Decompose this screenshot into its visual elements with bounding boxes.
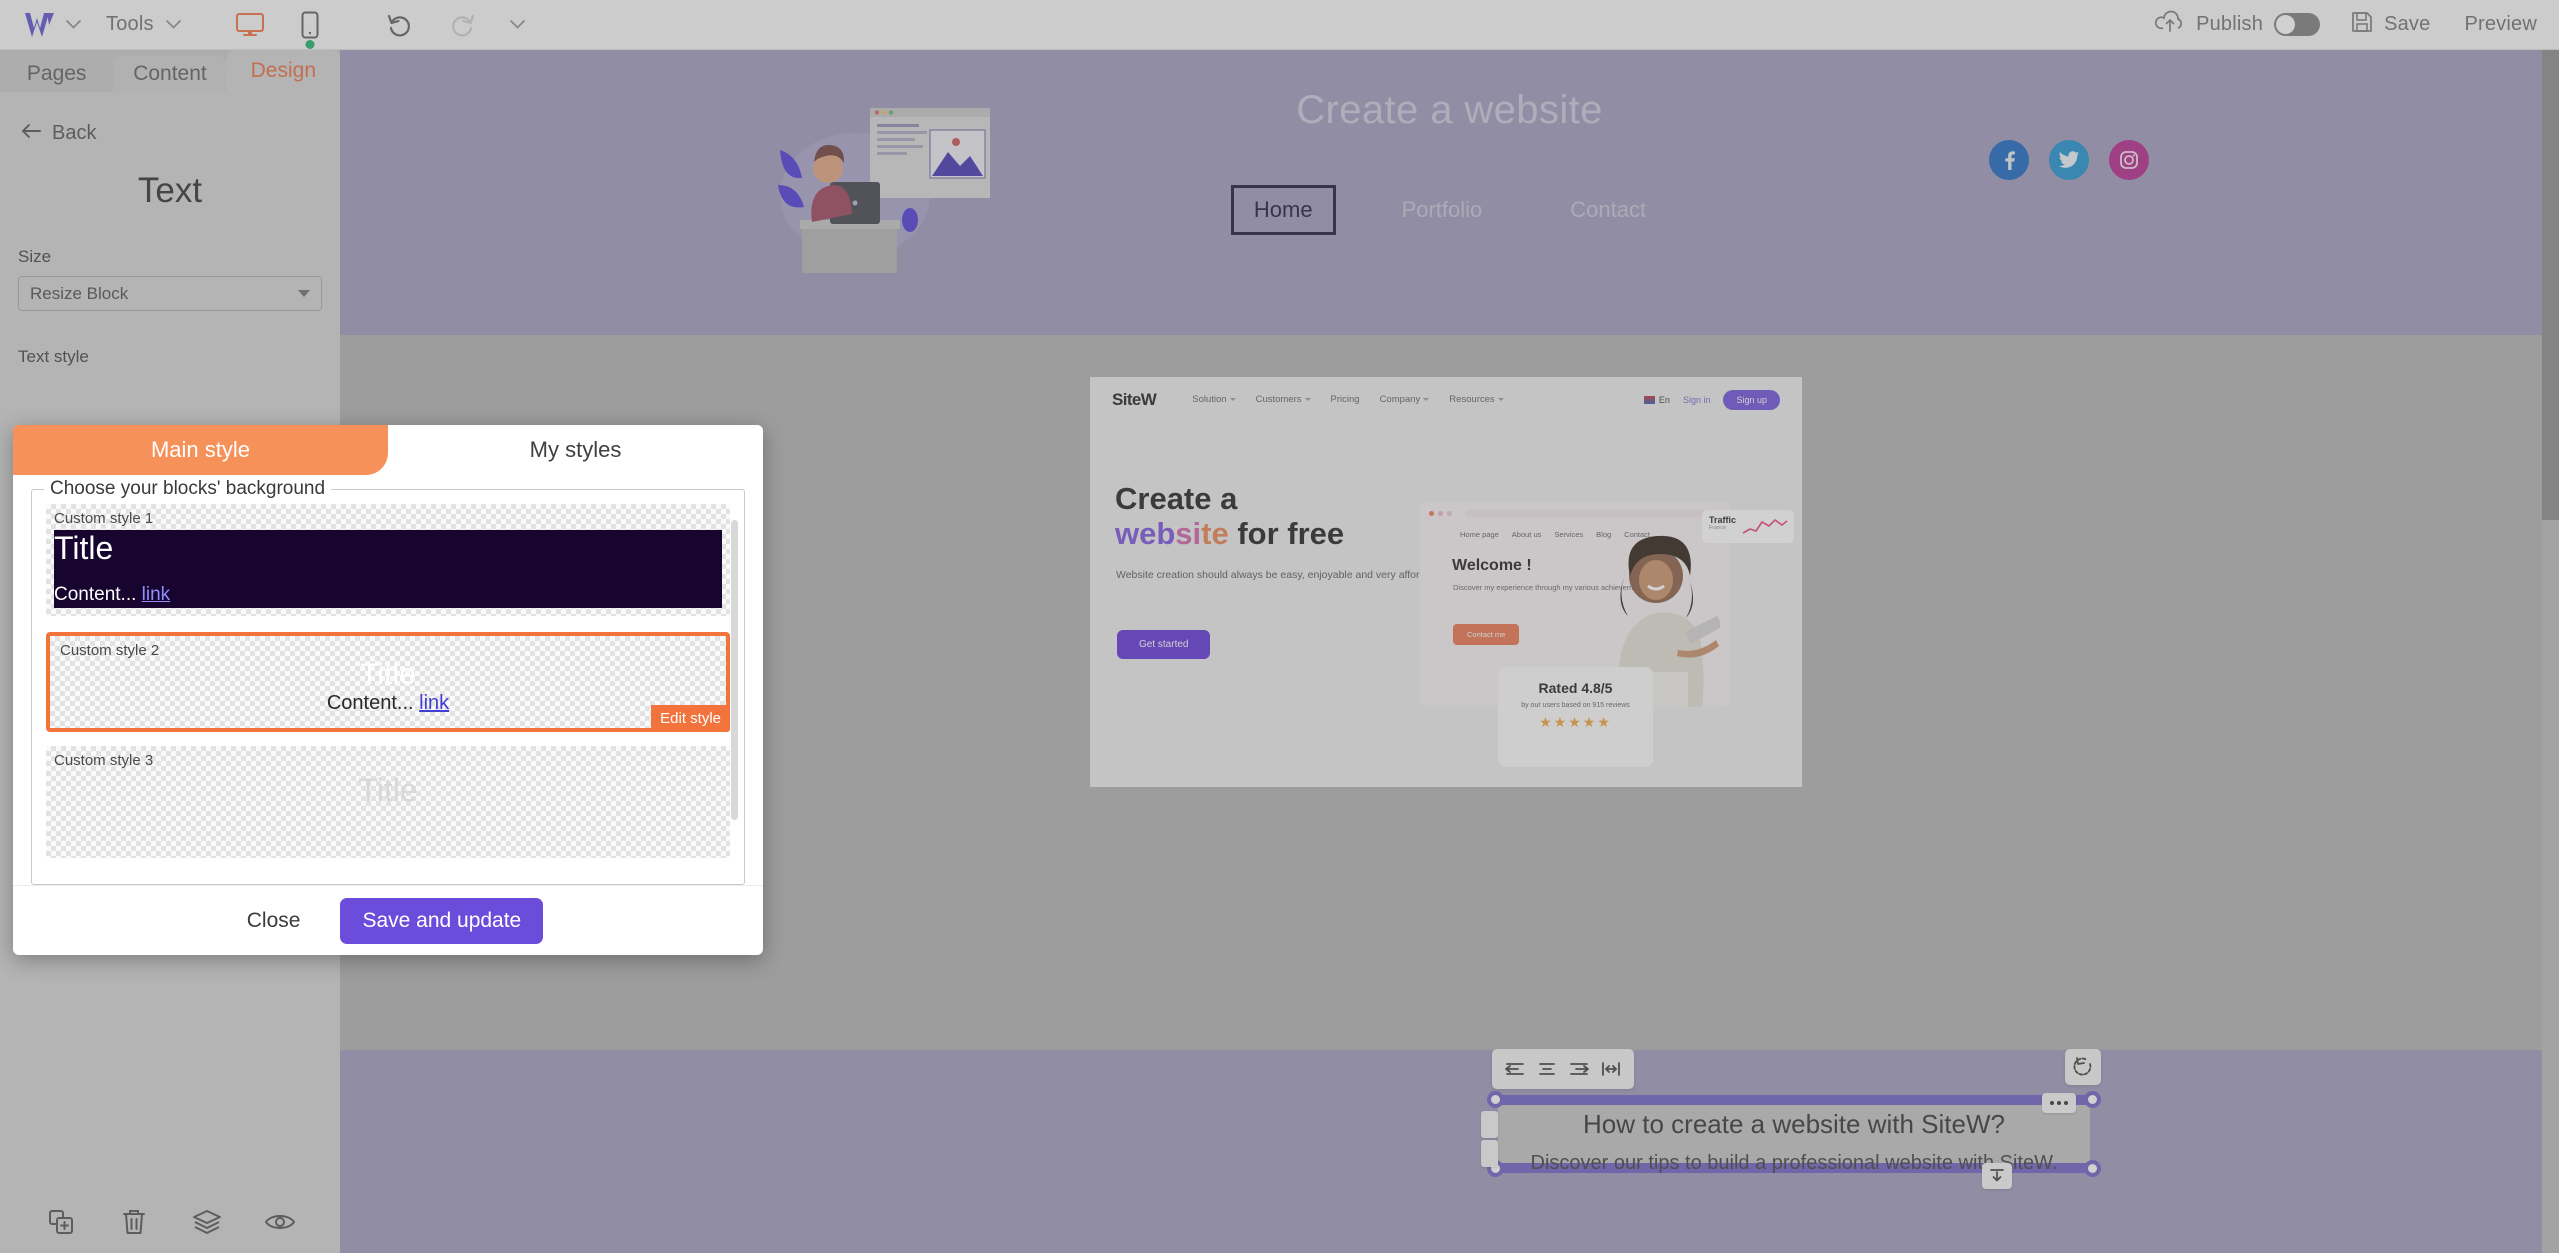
tab-my-styles[interactable]: My styles (388, 425, 763, 475)
fieldset-legend: Choose your blocks' background (44, 478, 332, 500)
modal-footer: Close Save and update (13, 885, 763, 955)
style-card-3[interactable]: Custom style 3 Title (46, 746, 730, 858)
modal-body: Choose your blocks' background Custom st… (13, 475, 763, 885)
style-3-title: Title (358, 772, 418, 808)
style-2-link[interactable]: link (419, 692, 449, 714)
style-2-content: Content... link (326, 692, 450, 714)
style-card-1[interactable]: Custom style 1 Title Content... link (46, 504, 730, 616)
style-2-name: Custom style 2 (60, 642, 160, 659)
background-fieldset: Choose your blocks' background Custom st… (31, 478, 745, 885)
close-button[interactable]: Close (233, 901, 315, 941)
block-style-modal: Main style My styles Choose your blocks'… (13, 425, 763, 955)
edit-style-button[interactable]: Edit style (651, 705, 730, 732)
modal-scrollbar-thumb[interactable] (731, 520, 738, 820)
style-3-name: Custom style 3 (54, 752, 154, 769)
tab-main-style[interactable]: Main style (13, 425, 388, 475)
style-1-title: Title (54, 530, 114, 566)
style-card-2[interactable]: Custom style 2 Title Content... link Edi… (46, 632, 730, 732)
modal-tabs: Main style My styles (13, 425, 763, 475)
save-and-update-button[interactable]: Save and update (340, 897, 544, 944)
style-1-link[interactable]: link (142, 584, 171, 605)
style-2-title: Title (360, 658, 416, 691)
style-1-content: Content... link (54, 584, 171, 605)
style-1-name: Custom style 1 (54, 510, 154, 527)
